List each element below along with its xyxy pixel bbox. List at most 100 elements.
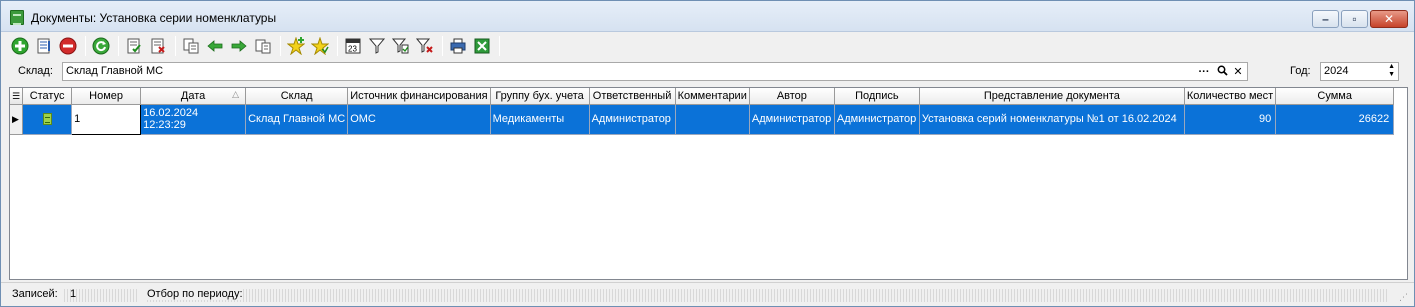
main-window: Документы: Установка серии номенклатуры …: [0, 0, 1415, 307]
window-title: Документы: Установка серии номенклатуры: [31, 11, 277, 25]
sum-cell[interactable]: 26622: [1275, 104, 1395, 135]
unpost-button[interactable]: [147, 35, 169, 57]
toolbar-separator: [337, 35, 338, 56]
filter-button[interactable]: [366, 35, 388, 57]
refresh-button[interactable]: [90, 35, 112, 57]
toolbar: 23: [1, 32, 1414, 59]
table-row[interactable]: ▶ 1 16.02.2024 12:23:29 Склад Главной МС …: [10, 103, 1395, 135]
toolbar-separator: [118, 35, 119, 56]
warehouse-field[interactable]: Склад Главной МС ··· ✕: [62, 62, 1248, 81]
column-header-author[interactable]: Автор: [749, 88, 835, 105]
column-header-responsible[interactable]: Ответственный: [589, 88, 676, 105]
column-header-date-label: Дата: [180, 89, 206, 102]
maximize-icon: ▫: [1352, 12, 1357, 26]
column-header-warehouse[interactable]: Склад: [245, 88, 349, 105]
number-cell[interactable]: 1: [71, 103, 142, 135]
year-value: 2024: [1324, 65, 1349, 77]
column-header-accounting-group[interactable]: Группу бух. учета: [490, 88, 590, 105]
column-header-places[interactable]: Количество мест: [1184, 88, 1277, 105]
svg-text:23: 23: [348, 44, 357, 53]
app-document-icon: [10, 10, 24, 25]
places-cell[interactable]: 90: [1184, 104, 1277, 135]
unpost-icon: [151, 38, 165, 53]
add-button[interactable]: [9, 35, 31, 57]
toolbar-separator: [442, 35, 443, 56]
warehouse-cell[interactable]: Склад Главной МС: [245, 104, 349, 135]
author-cell[interactable]: Администратор: [749, 104, 835, 135]
edit-icon: [37, 38, 50, 53]
column-header-sum[interactable]: Сумма: [1275, 88, 1395, 105]
post-icon: [127, 38, 141, 53]
records-label: Записей:: [12, 288, 58, 300]
select-button[interactable]: ···: [1197, 65, 1211, 79]
period-label: Отбор по периоду:: [147, 288, 243, 300]
column-chooser-icon[interactable]: ☰: [10, 88, 24, 105]
toolbar-separator: [499, 35, 500, 56]
spin-up-icon[interactable]: ▲: [1388, 63, 1395, 71]
toolbar-separator: [280, 35, 281, 56]
column-header-signature[interactable]: Подпись: [834, 88, 920, 105]
copy-button[interactable]: [180, 35, 202, 57]
excel-button[interactable]: [471, 35, 493, 57]
representation-cell[interactable]: Установка серий номенклатуры №1 от 16.02…: [919, 104, 1185, 135]
funding-cell[interactable]: ОМС: [347, 104, 491, 135]
close-button[interactable]: ✕: [1370, 10, 1408, 28]
filter-clear-button[interactable]: [414, 35, 436, 57]
favorite-button[interactable]: [309, 35, 331, 57]
column-header-comments[interactable]: Комментарии: [675, 88, 750, 105]
row-indicator-icon[interactable]: ▶: [10, 104, 24, 135]
column-header-representation[interactable]: Представление документа: [919, 88, 1185, 105]
accounting-group-cell[interactable]: Медикаменты: [490, 104, 590, 135]
column-header-funding[interactable]: Источник финансирования: [347, 88, 491, 105]
filter-icon: [368, 38, 386, 54]
document-icon: [42, 113, 52, 126]
resize-grip-icon[interactable]: ⋰: [1399, 292, 1408, 303]
window-controls: – ▫ ✕: [1312, 10, 1408, 28]
documents-grid[interactable]: ☰ Статус Номер Дата △ Склад Источник фина…: [9, 87, 1408, 280]
sort-asc-icon: △: [232, 89, 240, 99]
warehouse-value: Склад Главной МС: [66, 65, 164, 77]
signature-cell[interactable]: Администратор: [834, 104, 920, 135]
column-header-date[interactable]: Дата △: [140, 88, 247, 105]
warehouse-label: Склад:: [18, 65, 53, 77]
clear-icon[interactable]: ✕: [1231, 65, 1245, 79]
calendar-button[interactable]: 23: [342, 35, 364, 57]
documents-table: ☰ Статус Номер Дата △ Склад Источник фина…: [10, 88, 1395, 135]
date-cell[interactable]: 16.02.2024 12:23:29: [140, 104, 247, 135]
column-header-number[interactable]: Номер: [71, 88, 142, 105]
copy-icon: [183, 38, 199, 53]
spin-down-icon[interactable]: ▼: [1388, 71, 1395, 79]
print-icon: [450, 38, 466, 53]
responsible-cell[interactable]: Администратор: [589, 104, 676, 135]
filter-edit-button[interactable]: [390, 35, 412, 57]
comments-cell[interactable]: [675, 104, 750, 135]
search-icon[interactable]: [1215, 65, 1229, 79]
minimize-button[interactable]: –: [1312, 10, 1339, 28]
add-favorite-button[interactable]: [285, 35, 307, 57]
toolbar-separator: [175, 35, 176, 56]
delete-button[interactable]: [57, 35, 79, 57]
title-bar[interactable]: Документы: Установка серии номенклатуры …: [1, 1, 1414, 32]
maximize-button[interactable]: ▫: [1341, 10, 1368, 28]
filter-clear-icon: [416, 38, 433, 53]
back-button[interactable]: [204, 35, 226, 57]
minimize-icon: –: [1322, 12, 1329, 26]
records-value: 1: [70, 288, 77, 300]
print-button[interactable]: [447, 35, 469, 57]
add-icon: [11, 37, 29, 54]
forward-button[interactable]: [228, 35, 250, 57]
date-line: 16.02.2024: [143, 107, 199, 119]
column-header-status[interactable]: Статус: [22, 88, 73, 105]
year-label: Год:: [1290, 65, 1311, 77]
header-row: ☰ Статус Номер Дата △ Склад Источник фина…: [10, 88, 1395, 105]
paste-button[interactable]: [252, 35, 274, 57]
filter-row: Склад: Склад Главной МС ··· ✕ Год: 2024 …: [1, 60, 1414, 84]
filter-edit-icon: [392, 38, 409, 53]
status-cell[interactable]: [22, 104, 73, 135]
post-button[interactable]: [123, 35, 145, 57]
refresh-icon: [92, 37, 110, 54]
year-spinner[interactable]: 2024 ▲ ▼: [1320, 62, 1399, 81]
paste-icon: [255, 39, 271, 53]
edit-button[interactable]: [33, 35, 55, 57]
calendar-icon: 23: [345, 38, 361, 53]
